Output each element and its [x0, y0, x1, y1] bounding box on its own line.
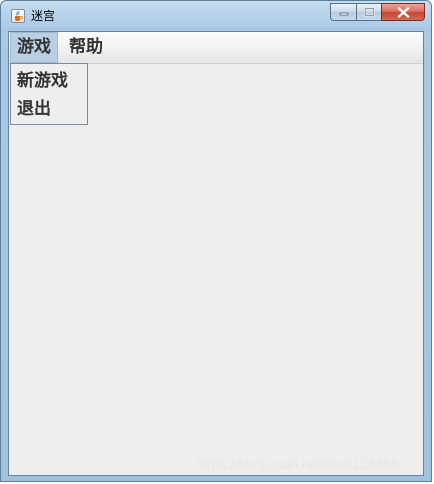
menu-item-new-game[interactable]: 新游戏 [11, 67, 87, 95]
watermark-text: https://blog.csdn.net/dkm123456 [196, 456, 399, 472]
maximize-icon [364, 7, 375, 17]
maximize-button[interactable] [356, 3, 381, 21]
window-title: 迷宫 [31, 9, 56, 23]
close-icon [397, 6, 410, 18]
window-frame: 迷宫 游戏 帮助 新游戏 退出 [0, 0, 432, 482]
game-menu-dropdown: 新游戏 退出 [10, 63, 88, 125]
minimize-button[interactable] [330, 3, 356, 21]
java-cup-icon[interactable] [11, 9, 25, 23]
menu-bar: 游戏 帮助 [9, 32, 423, 64]
menu-item-exit[interactable]: 退出 [11, 95, 87, 123]
menu-game[interactable]: 游戏 [10, 32, 58, 63]
minimize-icon [339, 8, 349, 16]
title-bar[interactable]: 迷宫 [1, 1, 431, 31]
caption-buttons [330, 3, 425, 23]
close-button[interactable] [381, 3, 425, 21]
menu-help[interactable]: 帮助 [63, 32, 109, 63]
client-area: 游戏 帮助 新游戏 退出 [8, 31, 424, 476]
